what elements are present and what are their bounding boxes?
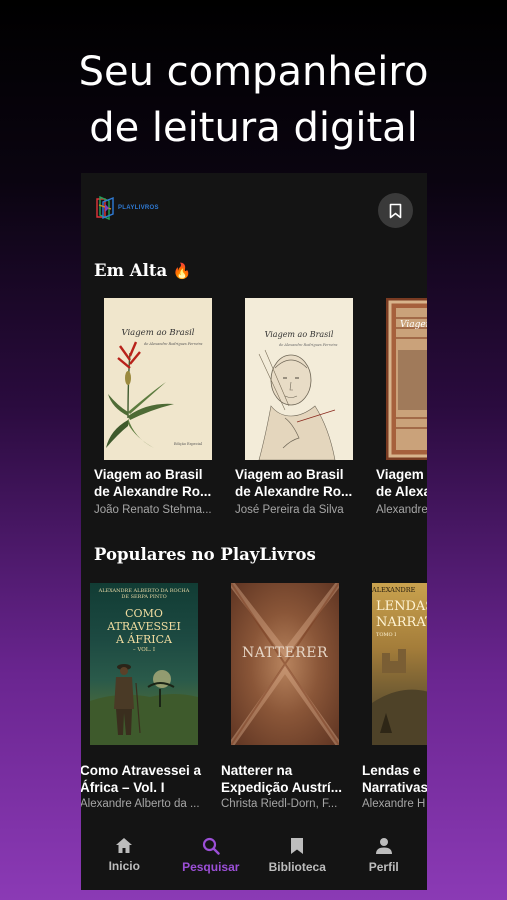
book-cover: ALEXANDRE ALBERTO DA ROCHA DE SERPA PINT…: [90, 583, 198, 745]
home-icon: [116, 838, 133, 853]
bottom-navigation: Inicio Pesquisar Biblioteca Perfil: [81, 820, 427, 890]
book-title: Natterer na Expedição Austrí...: [221, 762, 349, 796]
top-bar: PLAYLIVROS: [81, 173, 427, 245]
bookmark-outline-icon: [389, 203, 402, 218]
cover-explorer-illustration: [90, 664, 198, 745]
book-cover: Viagem: [386, 298, 427, 460]
popular-book-card[interactable]: NATTERER Natterer na Expedição Austrí...…: [221, 583, 349, 815]
book-author: Alexandre Rodrigues: [376, 504, 427, 516]
popular-section-title: Populares no PlayLivros: [94, 545, 316, 564]
nav-label-inicio: Inicio: [108, 859, 140, 873]
cover-plant-illustration: [106, 341, 174, 448]
book-title: Lendas e Narrativas: [362, 762, 427, 796]
search-icon: [202, 837, 220, 855]
nav-item-perfil[interactable]: Perfil: [341, 820, 428, 890]
logo-text: PLAYLIVROS: [118, 205, 159, 211]
popular-book-card[interactable]: ALEXANDRE ALBERTO DA ROCHA DE SERPA PINT…: [81, 583, 208, 815]
nav-label-pesquisar: Pesquisar: [182, 859, 240, 874]
promo-headline: Seu companheiro de leitura digital: [0, 44, 507, 156]
book-cover: Viagem ao Brasil de Alexandre Rodrigues …: [104, 298, 212, 460]
fire-icon: 🔥: [172, 262, 192, 280]
cover-title: Viagem: [400, 320, 427, 330]
cover-portrait-illustration: [258, 349, 336, 460]
cover-castle-illustration: [372, 649, 427, 745]
nav-item-biblioteca[interactable]: Biblioteca: [254, 820, 341, 890]
book-title-line-2: África – Vol. I: [81, 780, 165, 795]
book-author: José Pereira da Silva: [235, 504, 344, 516]
book-title-line-1: Viagem ao Brasil: [376, 467, 427, 482]
popular-book-card[interactable]: ALEXANDRE LENDAS NARRATIVAS TOMO I Lenda…: [362, 583, 427, 815]
book-title-line-1: Viagem ao Brasil: [235, 467, 344, 482]
headline-line-2: de leitura digital: [89, 105, 418, 151]
headline-line-1: Seu companheiro: [78, 49, 429, 95]
book-title-line-1: Viagem ao Brasil: [94, 467, 203, 482]
bookmark-icon: [291, 837, 304, 854]
nav-label-biblioteca: Biblioteca: [268, 859, 326, 874]
book-author: Alexandre H: [362, 798, 426, 810]
nav-label-perfil: Perfil: [368, 859, 399, 874]
trending-title-text: Em Alta: [94, 261, 168, 280]
book-title: Viagem ao Brasil de Alexandre Ro...: [94, 466, 222, 500]
popular-row: ALEXANDRE ALBERTO DA ROCHA DE SERPA PINT…: [81, 583, 427, 823]
book-title: Viagem ao Brasil de Alexandre Ro...: [376, 466, 427, 500]
book-author: João Renato Stehma...: [94, 504, 212, 516]
cover-title: NATTERER: [241, 645, 329, 661]
trending-row: Viagem ao Brasil de Alexandre Rodrigues …: [81, 298, 427, 538]
book-cover: ALEXANDRE LENDAS NARRATIVAS TOMO I: [372, 583, 427, 745]
book-title: Como Atravessei a África – Vol. I: [81, 762, 208, 796]
book-title-line-1: Lendas e: [362, 763, 421, 778]
book-author: Christa Riedl-Dorn, F...: [221, 798, 338, 810]
app-screen: PLAYLIVROS Em Alta 🔥 Viagem ao Brasil de…: [81, 173, 427, 890]
book-cover: NATTERER: [231, 583, 339, 745]
cover-pattern-illustration: [231, 583, 339, 745]
book-title-line-2: de Alexandre Ro...: [94, 484, 212, 499]
book-title-line-2: de Alexandre Ro...: [376, 484, 427, 499]
nav-item-pesquisar[interactable]: Pesquisar: [168, 820, 255, 890]
trending-book-card[interactable]: Viagem Viagem ao Brasil de Alexandre Ro.…: [376, 298, 427, 518]
nav-item-inicio[interactable]: Inicio: [81, 820, 168, 890]
book-title-line-2: Expedição Austrí...: [221, 780, 343, 795]
saved-bookmark-button[interactable]: [378, 193, 413, 228]
app-logo[interactable]: PLAYLIVROS: [95, 195, 159, 221]
trending-book-card[interactable]: Viagem ao Brasil de Alexandre Rodrigues …: [94, 298, 222, 518]
book-title-line-2: de Alexandre Ro...: [235, 484, 353, 499]
book-author: Alexandre Alberto da ...: [81, 798, 200, 810]
trending-book-card[interactable]: Viagem ao Brasil de Alexandre Rodrigues …: [235, 298, 363, 518]
book-title: Viagem ao Brasil de Alexandre Ro...: [235, 466, 363, 500]
book-cover: Viagem ao Brasil de Alexandre Rodrigues …: [245, 298, 353, 460]
cover-footer: Edição Especial: [173, 442, 202, 446]
book-title-line-2: Narrativas: [362, 780, 427, 795]
playlivros-logo-icon: [96, 195, 114, 221]
user-icon: [375, 837, 392, 854]
book-title-line-1: Natterer na: [221, 763, 293, 778]
trending-section-title: Em Alta 🔥: [94, 261, 192, 280]
book-title-line-1: Como Atravessei a: [81, 763, 202, 778]
